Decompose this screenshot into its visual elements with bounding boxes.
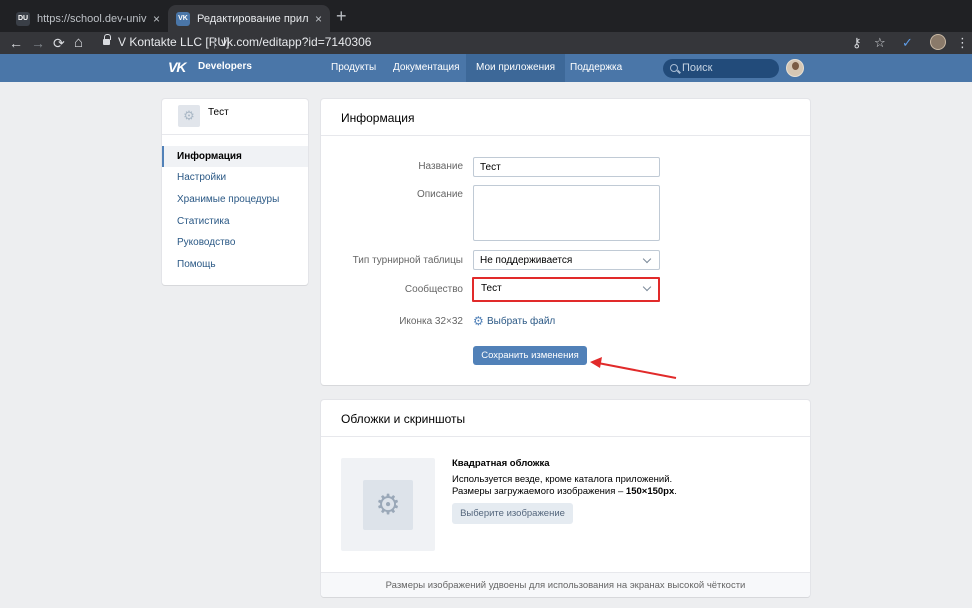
name-field[interactable]: Тест (473, 157, 660, 177)
back-icon[interactable]: ← (9, 34, 23, 52)
divider (321, 135, 810, 136)
browser-profile-avatar[interactable] (930, 34, 946, 50)
divider (162, 134, 308, 135)
cover-size-info: Размеры загружаемого изображения – 150×1… (452, 486, 677, 497)
url-separator: | (213, 35, 217, 49)
gear-icon: ⚙ (473, 314, 484, 328)
browser-tab-vk[interactable]: VK Редактирование приложения × (168, 5, 330, 32)
sidebar-item-guide[interactable]: Руководство (162, 232, 308, 253)
tab-title: https://school.dev-university.ru/ (37, 12, 147, 25)
cover-title: Квадратная обложка (452, 458, 550, 469)
description-field[interactable] (473, 185, 660, 241)
name-label: Название (418, 161, 463, 172)
divider (321, 436, 810, 437)
developers-brand[interactable]: Developers (198, 61, 252, 72)
sidebar-item-procedures[interactable]: Хранимые процедуры (162, 189, 308, 210)
browser-tab-bar: DU https://school.dev-university.ru/ × V… (0, 0, 972, 32)
sidebar-item-help[interactable]: Помощь (162, 254, 308, 275)
home-icon[interactable]: ⌂ (74, 34, 83, 52)
cover-description: Используется везде, кроме каталога прило… (452, 474, 673, 485)
url-field[interactable]: vk.com/editapp?id=7140306 (221, 35, 371, 49)
covers-title: Обложки и скриншоты (341, 412, 466, 426)
info-title: Информация (341, 111, 415, 125)
info-card: Информация Название Тест Описание Тип ту… (321, 99, 810, 385)
app-name: Тест (208, 107, 229, 118)
lock-icon[interactable] (103, 34, 111, 46)
app-gear-icon: ⚙ (178, 105, 200, 127)
extension-check-icon[interactable]: ✓ (902, 34, 913, 52)
reload-icon[interactable]: ⟳ (53, 34, 65, 52)
image-placeholder-gear-icon: ⚙ (363, 480, 413, 530)
leaderboard-label: Тип турнирной таблицы (352, 255, 463, 266)
forward-icon[interactable]: → (31, 34, 45, 52)
school-favicon-icon: DU (16, 11, 30, 26)
community-label: Сообщество (404, 284, 463, 295)
key-icon[interactable]: ⚷ (852, 34, 862, 52)
highlight-box (472, 277, 660, 302)
vk-header: VK Developers Продукты Документация Мои … (0, 54, 972, 82)
star-icon[interactable]: ☆ (874, 34, 886, 52)
browser-tab-school[interactable]: DU https://school.dev-university.ru/ × (8, 5, 168, 32)
choose-image-button[interactable]: Выберите изображение (452, 503, 573, 524)
sidebar-item-settings[interactable]: Настройки (162, 167, 308, 188)
description-label: Описание (416, 189, 463, 200)
close-tab-icon[interactable]: × (153, 12, 160, 26)
avatar[interactable] (786, 59, 804, 77)
covers-footer-note: Размеры изображений удвоены для использо… (321, 572, 810, 597)
annotation-arrow-icon (590, 357, 677, 379)
menu-documentation[interactable]: Документация (383, 54, 470, 82)
tab-title: Редактирование приложения (197, 12, 309, 25)
covers-card: Обложки и скриншоты ⚙ Квадратная обложка… (321, 400, 810, 597)
save-button[interactable]: Сохранить изменения (473, 346, 587, 365)
vk-favicon-icon: VK (176, 11, 190, 26)
close-tab-icon[interactable]: × (315, 12, 322, 26)
leaderboard-select[interactable]: Не поддерживается (473, 250, 660, 270)
search-icon (670, 64, 678, 72)
icon-label: Иконка 32×32 (399, 316, 463, 327)
menu-my-apps[interactable]: Мои приложения (466, 54, 566, 82)
search-placeholder: Поиск (682, 62, 713, 74)
app-sidebar: ⚙ Тест Информация Настройки Хранимые про… (162, 99, 308, 285)
search-input[interactable]: Поиск (663, 59, 779, 78)
cover-preview: ⚙ (341, 458, 435, 551)
browser-address-bar: ← → ⟳ ⌂ V Kontakte LLC [RU] | vk.com/edi… (0, 32, 972, 54)
sidebar-item-stats[interactable]: Статистика (162, 211, 308, 232)
menu-products[interactable]: Продукты (321, 54, 386, 82)
vk-logo[interactable]: VK (168, 59, 190, 75)
sidebar-item-info[interactable]: Информация (162, 146, 308, 167)
choose-file-link[interactable]: Выбрать файл (487, 316, 555, 327)
menu-support[interactable]: Поддержка (560, 54, 632, 82)
new-tab-button[interactable]: + (336, 7, 347, 25)
browser-menu-icon[interactable]: ⋮ (956, 34, 969, 52)
